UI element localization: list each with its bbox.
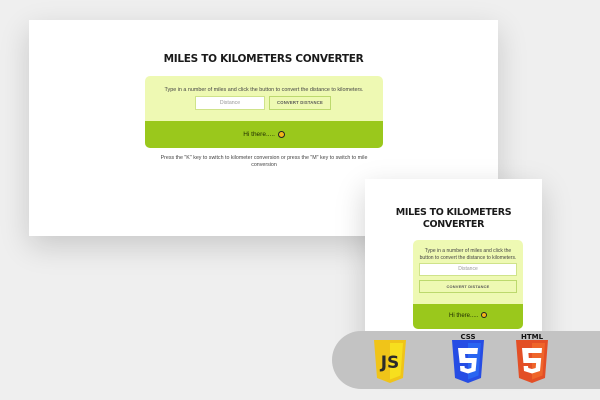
svg-text:JS: JS bbox=[380, 353, 400, 373]
keyboard-hint: Press the "K" key to switch to kilometer… bbox=[160, 155, 368, 168]
js-logo-icon: JS bbox=[371, 332, 409, 384]
instruction-text-mobile: Type in a number of miles and click the … bbox=[419, 248, 517, 261]
emoji-icon bbox=[481, 312, 487, 319]
result-text: Hi there..... bbox=[243, 131, 275, 138]
convert-distance-button-mobile[interactable]: CONVERT DISTANCE bbox=[419, 280, 517, 293]
page-title: MILES TO KILOMETERS CONVERTER bbox=[163, 53, 364, 65]
distance-input-mobile[interactable]: Distance bbox=[419, 263, 517, 276]
converter-card: Type in a number of miles and click the … bbox=[145, 76, 383, 148]
page-title-mobile: MILES TO KILOMETERS CONVERTER bbox=[395, 207, 512, 230]
mobile-preview-window: MILES TO KILOMETERS CONVERTER Type in a n… bbox=[365, 179, 542, 351]
distance-input[interactable]: Distance bbox=[195, 96, 265, 110]
css3-logo-icon: CSS bbox=[449, 332, 487, 384]
converter-card-mobile: Type in a number of miles and click the … bbox=[413, 240, 523, 329]
emoji-icon bbox=[277, 130, 285, 138]
result-bar: Hi there..... bbox=[145, 121, 383, 148]
result-bar-mobile: Hi there..... bbox=[413, 304, 523, 329]
html5-logo-icon: HTML bbox=[513, 332, 551, 384]
convert-distance-button[interactable]: CONVERT DISTANCE bbox=[269, 96, 331, 110]
result-text-mobile: Hi there..... bbox=[448, 313, 479, 319]
instruction-text: Type in a number of miles and click the … bbox=[164, 87, 364, 93]
